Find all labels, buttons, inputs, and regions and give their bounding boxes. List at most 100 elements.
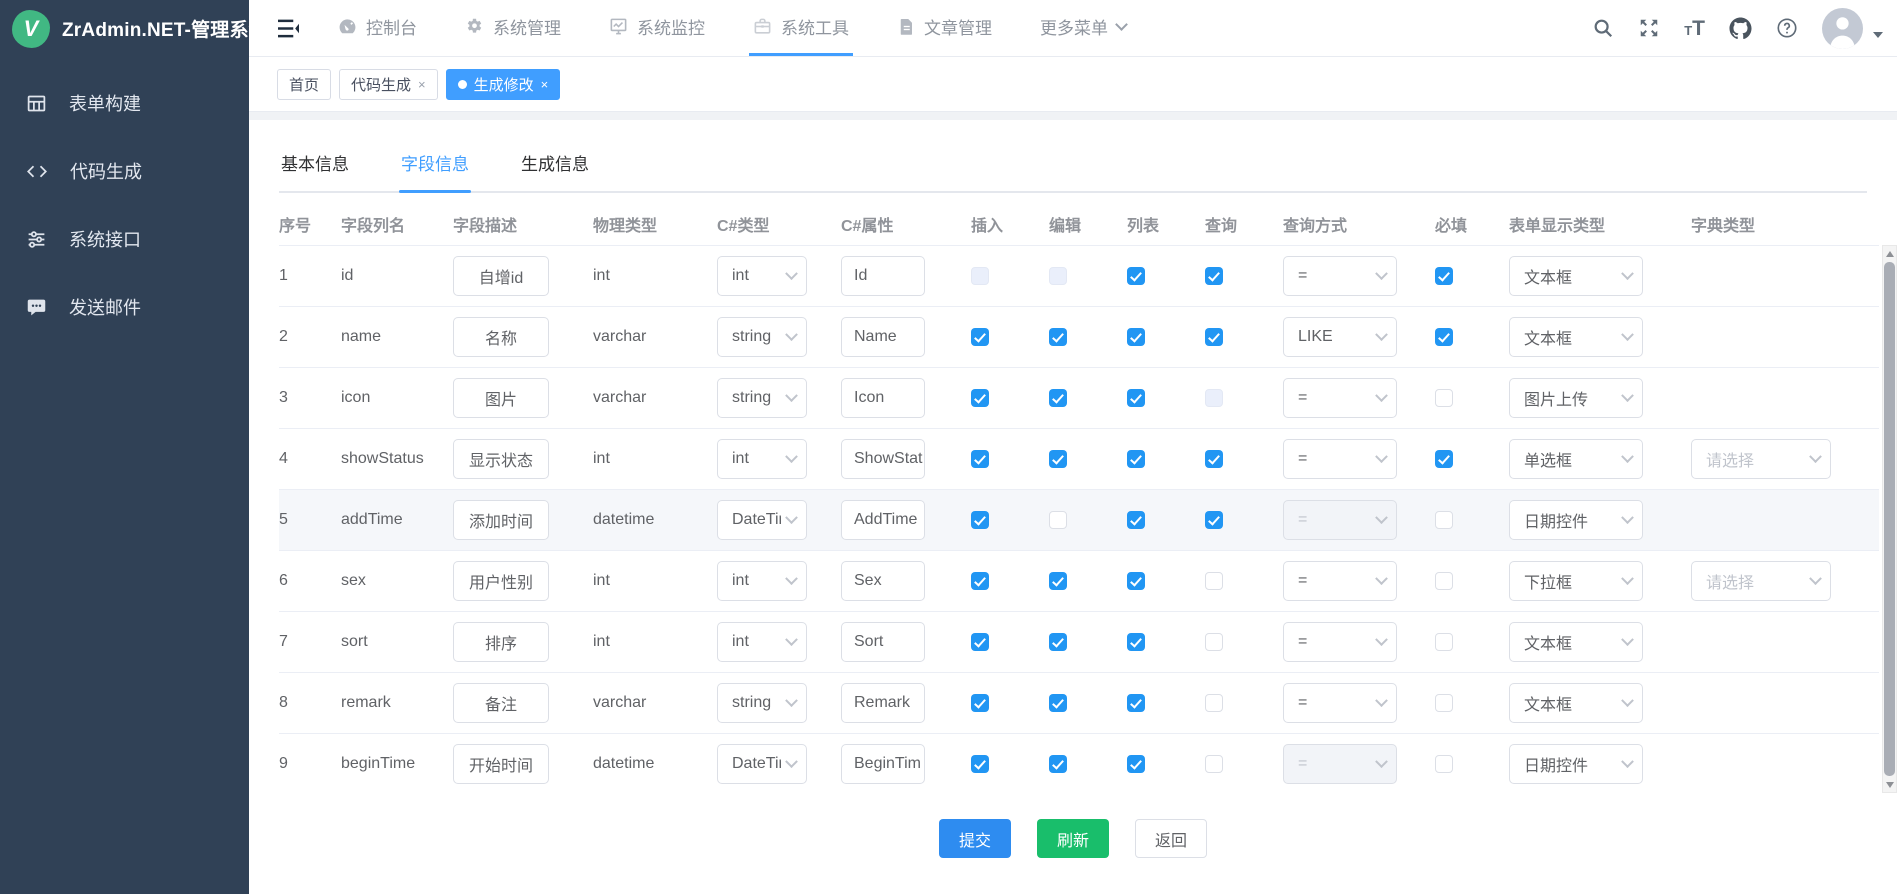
csharp-type-select[interactable]: int xyxy=(717,561,807,601)
csharp-prop-input[interactable]: ShowStat xyxy=(841,439,925,479)
query-checkbox[interactable] xyxy=(1205,572,1223,590)
insert-checkbox[interactable] xyxy=(971,328,989,346)
display-type-select[interactable]: 文本框 xyxy=(1509,256,1643,296)
query-mode-select[interactable]: = xyxy=(1283,683,1397,723)
csharp-prop-input[interactable]: BeginTim xyxy=(841,744,925,784)
csharp-type-select[interactable]: string xyxy=(717,317,807,357)
insert-checkbox[interactable] xyxy=(971,755,989,773)
csharp-prop-input[interactable]: Sort xyxy=(841,622,925,662)
display-type-select[interactable]: 单选框 xyxy=(1509,439,1643,479)
back-button[interactable]: 返回 xyxy=(1135,819,1207,858)
display-type-select[interactable]: 日期控件 xyxy=(1509,500,1643,540)
csharp-type-select[interactable]: int xyxy=(717,256,807,296)
csharp-prop-input[interactable]: AddTime xyxy=(841,500,925,540)
app-logo[interactable]: V ZrAdmin.NET-管理系统 xyxy=(0,0,249,57)
insert-checkbox[interactable] xyxy=(971,694,989,712)
display-type-select[interactable]: 文本框 xyxy=(1509,622,1643,662)
required-checkbox[interactable] xyxy=(1435,694,1453,712)
display-type-select[interactable]: 图片上传 xyxy=(1509,378,1643,418)
tag-home[interactable]: 首页 xyxy=(277,69,331,100)
query-mode-select[interactable]: = xyxy=(1283,378,1397,418)
csharp-type-select[interactable]: int xyxy=(717,622,807,662)
field-desc-input[interactable]: 图片 xyxy=(453,378,549,418)
csharp-prop-input[interactable]: Name xyxy=(841,317,925,357)
sidebar-item-send-mail[interactable]: 发送邮件 xyxy=(0,273,249,341)
required-checkbox[interactable] xyxy=(1435,389,1453,407)
field-desc-input[interactable]: 添加时间 xyxy=(453,500,549,540)
field-desc-input[interactable]: 用户性别 xyxy=(453,561,549,601)
tag-code-gen[interactable]: 代码生成 × xyxy=(339,69,438,100)
csharp-prop-input[interactable]: Icon xyxy=(841,378,925,418)
insert-checkbox[interactable] xyxy=(971,511,989,529)
query-mode-select[interactable]: = xyxy=(1283,439,1397,479)
nav-item-system-tools[interactable]: 系统工具 xyxy=(749,0,853,56)
menu-fold-icon[interactable] xyxy=(277,0,300,56)
query-checkbox[interactable] xyxy=(1205,755,1223,773)
required-checkbox[interactable] xyxy=(1435,755,1453,773)
required-checkbox[interactable] xyxy=(1435,511,1453,529)
nav-item-more-menu[interactable]: 更多菜单 xyxy=(1036,0,1130,56)
insert-checkbox[interactable] xyxy=(971,633,989,651)
tab-basic-info[interactable]: 基本信息 xyxy=(279,140,351,191)
query-mode-select[interactable]: LIKE xyxy=(1283,317,1397,357)
list-checkbox[interactable] xyxy=(1127,450,1145,468)
edit-checkbox[interactable] xyxy=(1049,755,1067,773)
list-checkbox[interactable] xyxy=(1127,328,1145,346)
user-menu[interactable] xyxy=(1822,8,1883,49)
query-checkbox[interactable] xyxy=(1205,328,1223,346)
list-checkbox[interactable] xyxy=(1127,389,1145,407)
scroll-up-icon[interactable] xyxy=(1883,246,1896,261)
list-checkbox[interactable] xyxy=(1127,267,1145,285)
vertical-scrollbar[interactable] xyxy=(1882,245,1897,793)
nav-item-dashboard[interactable]: 控制台 xyxy=(334,0,421,56)
required-checkbox[interactable] xyxy=(1435,267,1453,285)
csharp-type-select[interactable]: DateTime xyxy=(717,500,807,540)
nav-item-system-manage[interactable]: 系统管理 xyxy=(461,0,565,56)
edit-checkbox[interactable] xyxy=(1049,633,1067,651)
sidebar-item-system-api[interactable]: 系统接口 xyxy=(0,205,249,273)
field-desc-input[interactable]: 显示状态 xyxy=(453,439,549,479)
list-checkbox[interactable] xyxy=(1127,511,1145,529)
list-checkbox[interactable] xyxy=(1127,633,1145,651)
edit-checkbox[interactable] xyxy=(1049,450,1067,468)
nav-item-system-monitor[interactable]: 系统监控 xyxy=(605,0,709,56)
field-desc-input[interactable]: 开始时间 xyxy=(453,744,549,784)
close-icon[interactable]: × xyxy=(541,77,549,92)
insert-checkbox[interactable] xyxy=(971,389,989,407)
query-checkbox[interactable] xyxy=(1205,511,1223,529)
field-desc-input[interactable]: 名称 xyxy=(453,317,549,357)
list-checkbox[interactable] xyxy=(1127,694,1145,712)
refresh-button[interactable]: 刷新 xyxy=(1037,819,1109,858)
display-type-select[interactable]: 文本框 xyxy=(1509,683,1643,723)
list-checkbox[interactable] xyxy=(1127,755,1145,773)
github-icon[interactable] xyxy=(1729,17,1752,40)
display-type-select[interactable]: 下拉框 xyxy=(1509,561,1643,601)
dict-type-select[interactable]: 请选择 xyxy=(1691,439,1831,479)
query-checkbox[interactable] xyxy=(1205,633,1223,651)
required-checkbox[interactable] xyxy=(1435,450,1453,468)
edit-checkbox[interactable] xyxy=(1049,511,1067,529)
csharp-prop-input[interactable]: Id xyxy=(841,256,925,296)
edit-checkbox[interactable] xyxy=(1049,694,1067,712)
query-checkbox[interactable] xyxy=(1205,450,1223,468)
edit-checkbox[interactable] xyxy=(1049,572,1067,590)
required-checkbox[interactable] xyxy=(1435,572,1453,590)
query-mode-select[interactable]: = xyxy=(1283,561,1397,601)
insert-checkbox[interactable] xyxy=(971,572,989,590)
csharp-type-select[interactable]: DateTime xyxy=(717,744,807,784)
display-type-select[interactable]: 日期控件 xyxy=(1509,744,1643,784)
query-checkbox[interactable] xyxy=(1205,694,1223,712)
edit-checkbox[interactable] xyxy=(1049,328,1067,346)
field-desc-input[interactable]: 自增id xyxy=(453,256,549,296)
csharp-prop-input[interactable]: Sex xyxy=(841,561,925,601)
search-icon[interactable] xyxy=(1592,17,1614,39)
query-mode-select[interactable]: = xyxy=(1283,256,1397,296)
tab-gen-info[interactable]: 生成信息 xyxy=(519,140,591,191)
field-desc-input[interactable]: 排序 xyxy=(453,622,549,662)
query-checkbox[interactable] xyxy=(1205,267,1223,285)
csharp-type-select[interactable]: int xyxy=(717,439,807,479)
query-mode-select[interactable]: = xyxy=(1283,622,1397,662)
dict-type-select[interactable]: 请选择 xyxy=(1691,561,1831,601)
required-checkbox[interactable] xyxy=(1435,633,1453,651)
font-size-icon[interactable]: TT xyxy=(1684,18,1705,39)
